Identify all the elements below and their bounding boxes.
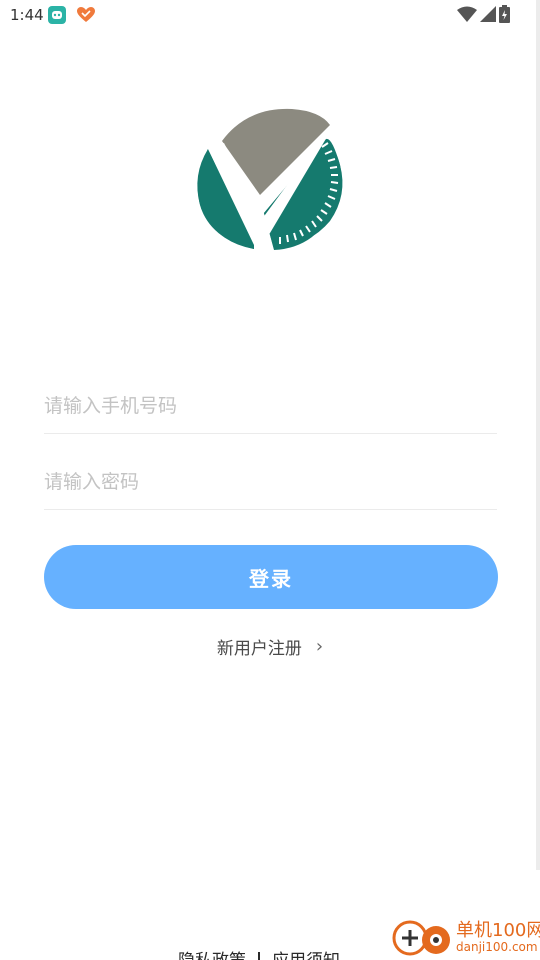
watermark-name: 单机100网 <box>456 920 540 941</box>
battery-icon <box>499 5 510 27</box>
phone-input[interactable] <box>44 389 497 423</box>
robot-notification-icon <box>48 6 66 24</box>
user-agreement-link[interactable]: 应用须知 <box>272 946 340 960</box>
app-logo <box>192 103 348 253</box>
wifi-icon <box>457 6 477 26</box>
status-icons <box>457 5 510 27</box>
heart-notification-icon <box>76 6 95 24</box>
login-screen: 1:44 请输入手机号码 登录 新用户注册 › 单机100网 danji100.… <box>0 0 540 960</box>
scroll-edge <box>536 0 540 870</box>
phone-field <box>44 373 497 434</box>
signal-icon <box>480 6 496 26</box>
password-input[interactable] <box>44 465 497 499</box>
footer-links: 隐私政策 应用须知 <box>178 946 340 960</box>
watermark-logo-icon <box>392 920 450 956</box>
site-watermark: 单机100网 danji100.com <box>388 912 540 960</box>
status-bar: 1:44 <box>0 0 540 30</box>
login-button[interactable]: 登录 <box>44 545 498 609</box>
status-time: 1:44 <box>10 6 44 24</box>
watermark-url: danji100.com <box>456 940 538 954</box>
password-field <box>44 449 497 510</box>
privacy-policy-link[interactable]: 隐私政策 <box>178 946 246 960</box>
chevron-right-icon: › <box>315 635 324 657</box>
register-link[interactable]: 新用户注册 › <box>0 634 540 659</box>
register-label: 新用户注册 <box>216 639 302 659</box>
footer-divider <box>258 952 260 960</box>
